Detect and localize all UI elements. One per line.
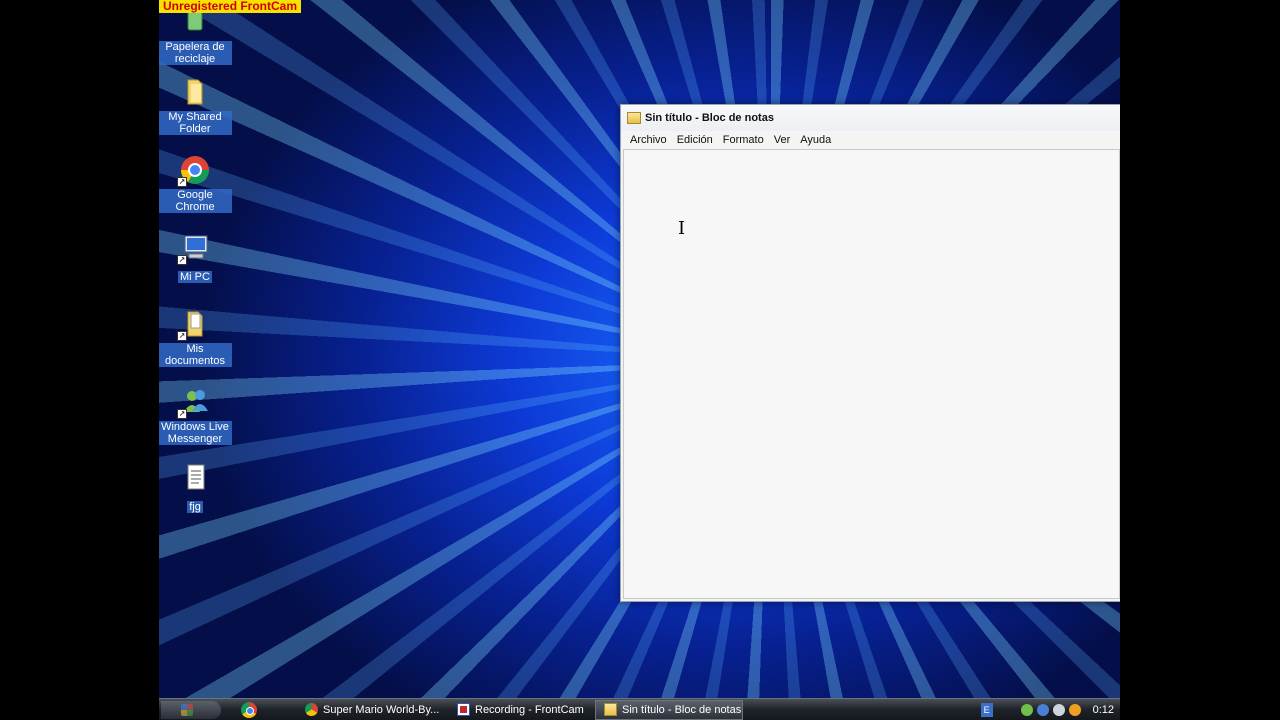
menu-formato[interactable]: Formato xyxy=(718,134,769,146)
messenger-icon: ↗ xyxy=(177,386,211,419)
language-indicator[interactable]: E xyxy=(980,702,993,717)
desktop-icon-label: Mi PC xyxy=(178,271,212,283)
security-tray-icon[interactable] xyxy=(1068,703,1081,716)
desktop-icon-messenger[interactable]: ↗ Windows Live Messenger xyxy=(159,386,232,447)
chrome-icon xyxy=(305,703,318,716)
notepad-window[interactable]: Sin título - Bloc de notas Archivo Edici… xyxy=(620,104,1120,602)
taskbar-item-label: Sin título - Bloc de notas xyxy=(622,703,742,716)
notepad-icon xyxy=(604,703,617,716)
shortcut-arrow-icon: ↗ xyxy=(177,255,187,265)
notepad-icon xyxy=(627,112,641,124)
watermark: Unregistered FrontCam xyxy=(159,0,302,13)
letterbox-left xyxy=(0,0,159,720)
desktop-icon-chrome[interactable]: ↗ Google Chrome xyxy=(159,154,232,215)
network-tray-icon[interactable] xyxy=(1036,703,1049,716)
taskbar-item-frontcam[interactable]: Recording - FrontCam xyxy=(449,700,589,720)
window-title: Sin título - Bloc de notas xyxy=(645,112,774,124)
desktop[interactable]: Unregistered FrontCam Papelera de recicl… xyxy=(159,0,1120,720)
volume-icon[interactable] xyxy=(1052,703,1065,716)
desktop-icon-label: Papelera de reciclaje xyxy=(159,41,232,65)
messenger-tray-icon[interactable] xyxy=(1020,703,1033,716)
menu-ver[interactable]: Ver xyxy=(769,134,796,146)
text-editor-area[interactable] xyxy=(623,149,1120,599)
desktop-icon-recycle-bin[interactable]: Papelera de reciclaje xyxy=(159,6,232,67)
taskbar-item-label: Recording - FrontCam xyxy=(475,703,584,716)
text-file-icon xyxy=(179,462,211,494)
desktop-icon-label: Windows Live Messenger xyxy=(159,421,232,445)
quicklaunch-chrome-icon[interactable] xyxy=(241,701,257,718)
desktop-icon-text-file[interactable]: fjg xyxy=(159,462,232,515)
chrome-icon: ↗ xyxy=(177,154,211,187)
menu-archivo[interactable]: Archivo xyxy=(625,134,672,146)
menu-bar: Archivo Edición Formato Ver Ayuda xyxy=(621,131,1120,149)
shortcut-arrow-icon: ↗ xyxy=(177,409,187,419)
clock[interactable]: 0:12 xyxy=(1093,704,1114,716)
system-tray: E 0:12 xyxy=(975,700,1120,720)
start-button[interactable] xyxy=(161,700,221,719)
notepad-title-bar[interactable]: Sin título - Bloc de notas xyxy=(621,105,1120,131)
desktop-icon-shared-folder[interactable]: My Shared Folder xyxy=(159,76,232,137)
desktop-icon-label: Google Chrome xyxy=(159,189,232,213)
documents-folder-icon: ↗ xyxy=(177,308,211,341)
desktop-icon-my-documents[interactable]: ↗ Mis documentos xyxy=(159,308,232,369)
letterbox-right xyxy=(1120,0,1280,720)
text-cursor-icon: I xyxy=(678,218,686,239)
desktop-icon-label: fjg xyxy=(187,501,203,513)
taskbar-item-browser[interactable]: Super Mario World-By... xyxy=(297,700,443,720)
computer-icon: ↗ xyxy=(177,232,211,265)
folder-icon xyxy=(179,76,211,108)
taskbar-item-notepad[interactable]: Sin título - Bloc de notas xyxy=(595,699,743,720)
menu-edicion[interactable]: Edición xyxy=(672,134,718,146)
desktop-icon-label: Mis documentos xyxy=(159,343,232,367)
taskbar-item-label: Super Mario World-By... xyxy=(323,703,440,716)
shortcut-arrow-icon: ↗ xyxy=(177,331,187,341)
taskbar: Super Mario World-By... Recording - Fron… xyxy=(159,698,1120,720)
frontcam-icon xyxy=(457,703,470,716)
desktop-icon-label: My Shared Folder xyxy=(159,111,232,135)
shortcut-arrow-icon: ↗ xyxy=(177,177,187,187)
menu-ayuda[interactable]: Ayuda xyxy=(795,134,836,146)
desktop-icon-my-computer[interactable]: ↗ Mi PC xyxy=(159,232,232,285)
